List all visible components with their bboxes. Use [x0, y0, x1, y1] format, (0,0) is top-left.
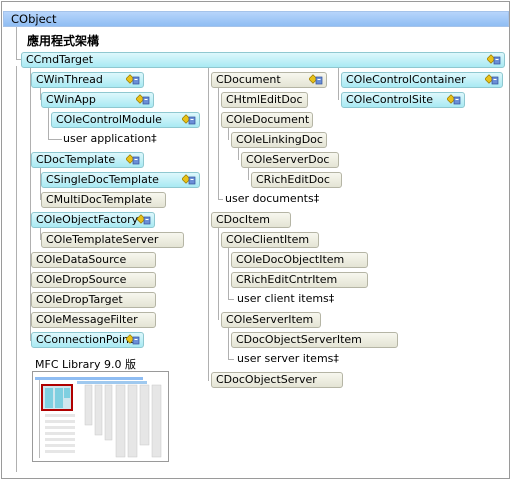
ccmdtarget-label: CCmdTarget — [26, 53, 94, 66]
crichedidoc-label: CRichEditDoc — [256, 173, 330, 186]
coleclientitem-label: COleClientItem — [226, 233, 310, 246]
crichedicntritem-node[interactable]: CRichEditCntrItem — [231, 272, 368, 288]
ccmdtarget-node[interactable]: CCmdTarget — [21, 52, 505, 68]
coledatasource-label: COleDataSource — [36, 253, 127, 266]
colecontrolcontainer-node[interactable]: COleControlContainer — [341, 72, 503, 88]
cwinthread-node[interactable]: CWinThread — [31, 72, 144, 88]
cdoctemplate-node[interactable]: CDocTemplate — [31, 152, 144, 168]
user-documents-label: user documents‡ — [225, 192, 320, 205]
colemessagefilter-label: COleMessageFilter — [36, 313, 138, 326]
subtitle: 應用程式架構 — [27, 34, 100, 48]
colelinkingdoc-node[interactable]: COleLinkingDoc — [231, 132, 327, 148]
class-property-icon — [126, 74, 140, 86]
coledocument-node[interactable]: COleDocument — [221, 112, 313, 128]
minimap-graphic — [35, 377, 162, 458]
connector — [238, 148, 239, 160]
connector — [228, 359, 234, 360]
class-property-icon — [126, 334, 140, 346]
connector — [48, 139, 62, 140]
colecontrolsite-node[interactable]: COleControlSite — [341, 92, 465, 108]
crichedidoc-node[interactable]: CRichEditDoc — [251, 172, 342, 188]
connector — [218, 88, 219, 200]
coledropsource-node[interactable]: COleDropSource — [31, 272, 156, 288]
csingledoctemplate-node[interactable]: CSingleDocTemplate — [41, 172, 200, 188]
cconnectionpoint-label: CConnectionPoint — [36, 333, 134, 346]
coleobjectfactory-node[interactable]: COleObjectFactory — [31, 212, 155, 228]
user-server-items-label: user server items‡ — [237, 352, 339, 365]
connector — [228, 128, 229, 140]
cdocitem-label: CDocItem — [216, 213, 270, 226]
connector — [208, 68, 209, 381]
cwinapp-label: CWinApp — [46, 93, 96, 106]
class-property-icon — [126, 154, 140, 166]
class-property-icon — [182, 174, 196, 186]
cdocobjectserver-node[interactable]: CDocObjectServer — [211, 372, 343, 388]
class-property-icon — [487, 54, 501, 66]
colecontrolmodule-label: COleControlModule — [56, 113, 162, 126]
crichedicntritem-label: CRichEditCntrItem — [236, 273, 338, 286]
connector — [228, 299, 234, 300]
coledatasource-node[interactable]: COleDataSource — [31, 252, 156, 268]
library-minimap[interactable] — [32, 371, 169, 462]
coledocobjectitem-label: COleDocObjectItem — [236, 253, 345, 266]
coleserverdoc-node[interactable]: COleServerDoc — [241, 152, 339, 168]
cdoctemplate-label: CDocTemplate — [36, 153, 116, 166]
coleobjectfactory-label: COleObjectFactory — [36, 213, 139, 226]
coledropsource-label: COleDropSource — [36, 273, 127, 286]
cdocobjectserver-label: CDocObjectServer — [216, 373, 317, 386]
coledocument-label: COleDocument — [226, 113, 310, 126]
cdocobjectserveritem-node[interactable]: CDocObjectServerItem — [231, 332, 398, 348]
cdocobjectserveritem-label: CDocObjectServerItem — [236, 333, 362, 346]
class-property-icon — [447, 94, 461, 106]
class-property-icon — [136, 94, 150, 106]
connector — [218, 228, 219, 320]
colecontrolcontainer-label: COleControlContainer — [346, 73, 466, 86]
connector — [218, 199, 223, 200]
connector — [16, 27, 17, 60]
coleserveritem-node[interactable]: COleServerItem — [221, 312, 321, 328]
cwinapp-node[interactable]: CWinApp — [41, 92, 154, 108]
cdocument-label: CDocument — [216, 73, 281, 86]
connector — [48, 108, 49, 140]
class-property-icon — [137, 214, 151, 226]
cwinthread-label: CWinThread — [36, 73, 103, 86]
coleserverdoc-label: COleServerDoc — [246, 153, 330, 166]
colecontrolmodule-node[interactable]: COleControlModule — [51, 112, 200, 128]
class-property-icon — [182, 114, 196, 126]
colecontrolsite-label: COleControlSite — [346, 93, 434, 106]
csingledoctemplate-label: CSingleDocTemplate — [46, 173, 159, 186]
coleclientitem-node[interactable]: COleClientItem — [221, 232, 319, 248]
cobject-label: CObject — [11, 12, 57, 26]
class-property-icon — [309, 74, 323, 86]
coletemplateserver-label: COleTemplateServer — [46, 233, 159, 246]
colelinkingdoc-label: COleLinkingDoc — [236, 133, 323, 146]
user-application-label: user application‡ — [63, 132, 157, 145]
coletemplateserver-node[interactable]: COleTemplateServer — [41, 232, 184, 248]
minimap-caption: MFC Library 9.0 版 — [35, 358, 136, 371]
connector — [228, 248, 229, 300]
coledroptarget-node[interactable]: COleDropTarget — [31, 292, 156, 308]
colemessagefilter-node[interactable]: COleMessageFilter — [31, 312, 156, 328]
coledocobjectitem-node[interactable]: COleDocObjectItem — [231, 252, 368, 268]
cdocument-node[interactable]: CDocument — [211, 72, 327, 88]
cobject-node[interactable]: CObject — [3, 11, 509, 27]
connector — [338, 68, 339, 100]
coledroptarget-label: COleDropTarget — [36, 293, 123, 306]
connector — [16, 66, 17, 472]
cmultidoctemplate-label: CMultiDocTemplate — [46, 193, 153, 206]
cdocitem-node[interactable]: CDocItem — [211, 212, 291, 228]
user-client-items-label: user client items‡ — [237, 292, 335, 305]
connector — [228, 328, 229, 360]
connector — [248, 168, 249, 180]
class-property-icon — [485, 74, 499, 86]
chtmleditdoc-node[interactable]: CHtmlEditDoc — [221, 92, 308, 108]
coleserveritem-label: COleServerItem — [226, 313, 314, 326]
cconnectionpoint-node[interactable]: CConnectionPoint — [31, 332, 144, 348]
chtmleditdoc-label: CHtmlEditDoc — [226, 93, 303, 106]
cmultidoctemplate-node[interactable]: CMultiDocTemplate — [41, 192, 166, 208]
